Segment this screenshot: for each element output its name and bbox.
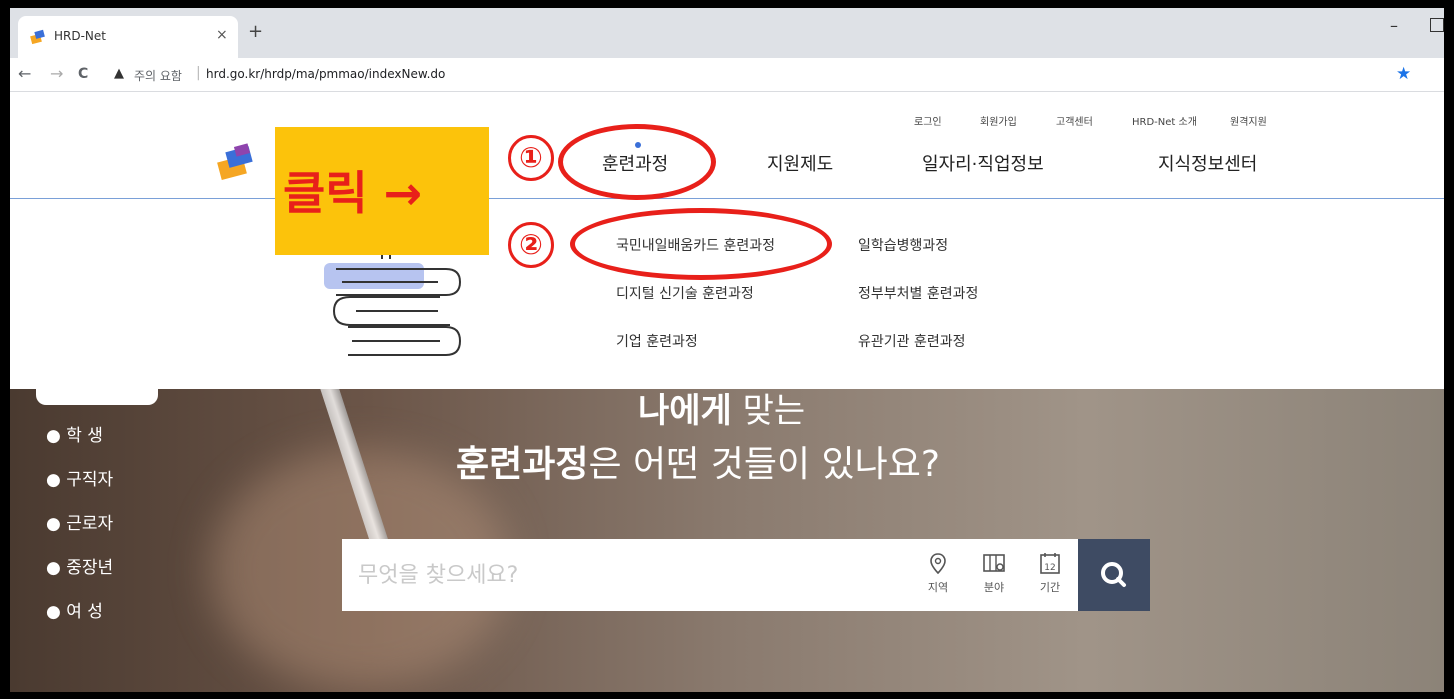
filter-period-label: 기간 bbox=[1039, 581, 1061, 594]
hero-heading-bold2: 훈련과정 bbox=[456, 444, 589, 485]
books-illustration-icon bbox=[324, 243, 462, 356]
filter-region-label: 지역 bbox=[927, 581, 949, 594]
back-icon[interactable]: ← bbox=[18, 64, 31, 83]
search-icon bbox=[1101, 562, 1126, 587]
security-warning: 주의 요함 bbox=[134, 69, 182, 83]
warning-icon: ▲ bbox=[114, 66, 124, 81]
step2-highlight-ellipse bbox=[570, 208, 832, 280]
address-bar[interactable]: ▲ 주의 요함 | hrd.go.kr/hrdp/ma/pmmao/indexN… bbox=[106, 61, 1426, 89]
step1-highlight-ellipse bbox=[558, 124, 716, 200]
field-grid-icon bbox=[983, 554, 1005, 572]
utility-nav: 로그인 회원가입 고객센터 HRD-Net 소개 원격지원 bbox=[10, 113, 1444, 129]
hrd-net-page: 로그인 회원가입 고객센터 HRD-Net 소개 원격지원 훈련과정 지원제도 … bbox=[10, 93, 1444, 692]
persona-worker[interactable]: ● 근로자 bbox=[46, 509, 113, 534]
login-link[interactable]: 로그인 bbox=[914, 113, 942, 128]
hero-heading-rest2: 은 어떤 것들이 있나요? bbox=[588, 444, 941, 485]
step2-marker: ② bbox=[508, 222, 554, 268]
menu-work-study-course[interactable]: 일학습병행과정 bbox=[858, 235, 948, 255]
customer-center-link[interactable]: 고객센터 bbox=[1056, 113, 1093, 128]
browser-toolbar: ← → C ▲ 주의 요함 | hrd.go.kr/hrdp/ma/pmmao/… bbox=[10, 58, 1444, 92]
hero-heading-rest1: 맞는 bbox=[731, 391, 806, 431]
menu-enterprise-course[interactable]: 기업 훈련과정 bbox=[616, 331, 698, 351]
location-pin-icon bbox=[930, 553, 946, 575]
close-tab-icon[interactable]: × bbox=[216, 27, 228, 43]
filter-period[interactable]: 12 기간 bbox=[1030, 551, 1070, 595]
persona-tab-selected[interactable] bbox=[36, 389, 158, 405]
persona-jobseeker[interactable]: ● 구직자 bbox=[46, 465, 113, 490]
hero-heading-bold1: 나에게 bbox=[638, 391, 732, 431]
bookmark-star-icon[interactable]: ★ bbox=[1396, 64, 1411, 84]
reload-icon[interactable]: C bbox=[78, 66, 88, 82]
hrd-favicon-icon bbox=[30, 29, 45, 45]
url-separator: | bbox=[196, 65, 201, 81]
nav-knowledge-center[interactable]: 지식정보센터 bbox=[1158, 150, 1257, 176]
menu-affiliated-course[interactable]: 유관기관 훈련과정 bbox=[858, 331, 966, 351]
menu-ministry-course[interactable]: 정부부처별 훈련과정 bbox=[858, 283, 978, 303]
url-text: hrd.go.kr/hrdp/ma/pmmao/indexNew.do bbox=[206, 67, 446, 81]
filter-field[interactable]: 분야 bbox=[974, 551, 1014, 595]
click-annotation-text: 클릭 → bbox=[283, 166, 423, 220]
calendar-day-text: 12 bbox=[1044, 563, 1055, 573]
nav-support-system[interactable]: 지원제도 bbox=[767, 150, 833, 176]
remote-support-link[interactable]: 원격지원 bbox=[1230, 113, 1267, 128]
persona-student[interactable]: ● 학 생 bbox=[46, 421, 103, 446]
search-button[interactable] bbox=[1078, 539, 1150, 611]
maximize-icon[interactable] bbox=[1430, 18, 1444, 32]
about-link[interactable]: HRD-Net 소개 bbox=[1132, 113, 1197, 128]
minimize-icon[interactable]: – bbox=[1390, 16, 1398, 35]
tab-strip: HRD-Net × + – bbox=[10, 8, 1444, 58]
step1-marker: ① bbox=[508, 135, 554, 181]
hero-heading-line2: 훈련과정은 어떤 것들이 있나요? bbox=[456, 435, 940, 487]
browser-tab[interactable]: HRD-Net × bbox=[18, 16, 238, 58]
menu-digital-tech-course[interactable]: 디지털 신기술 훈련과정 bbox=[616, 283, 754, 303]
tab-title: HRD-Net bbox=[54, 29, 106, 43]
search-box: 지역 분야 12 bbox=[342, 539, 1082, 611]
search-input[interactable] bbox=[358, 557, 898, 593]
nav-job-info[interactable]: 일자리·직업정보 bbox=[922, 150, 1044, 176]
hero-banner: 나에게 맞는 훈련과정은 어떤 것들이 있나요? ● 학 생 ● 구직자 ● 근… bbox=[10, 389, 1444, 692]
new-tab-button[interactable]: + bbox=[248, 23, 263, 41]
persona-middle-aged[interactable]: ● 중장년 bbox=[46, 553, 113, 578]
signup-link[interactable]: 회원가입 bbox=[980, 113, 1017, 128]
browser-window: HRD-Net × + – ← → C ▲ 주의 요함 | hrd.go.kr/… bbox=[10, 8, 1444, 692]
hero-heading-line1: 나에게 맞는 bbox=[638, 389, 805, 432]
forward-icon[interactable]: → bbox=[50, 64, 63, 83]
click-annotation-box: 클릭 → bbox=[275, 127, 489, 255]
filter-region[interactable]: 지역 bbox=[918, 551, 958, 595]
hrd-logo-icon[interactable] bbox=[215, 143, 275, 183]
calendar-icon: 12 bbox=[1040, 553, 1060, 574]
filter-field-label: 분야 bbox=[983, 581, 1005, 594]
persona-women[interactable]: ● 여 성 bbox=[46, 597, 103, 622]
